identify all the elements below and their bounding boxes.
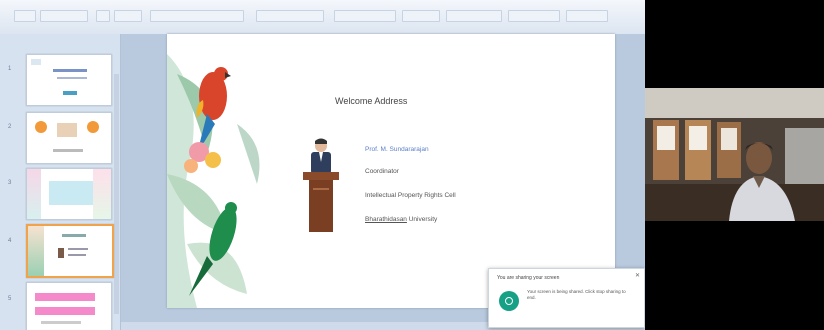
speaker-name: Prof. M. Sundararajan [365,146,429,153]
paragraph-controls[interactable] [256,10,324,22]
arrange-button[interactable] [402,10,440,22]
shape-fill-button[interactable] [508,10,560,22]
speaker-department: Intellectual Property Rights Cell [365,192,456,199]
paste-button[interactable] [14,10,36,22]
participant-video [645,88,824,221]
layout-button[interactable] [96,10,110,22]
speaker-role: Coordinator [365,168,399,175]
webcam-feed-image [645,88,824,221]
slide-thumbnail-5[interactable] [26,282,112,330]
slide-thumbnail-4-selected[interactable] [26,224,114,278]
notification-title: You are sharing your screen [497,275,560,281]
slide-thumbnail-2[interactable] [26,112,112,164]
thumbnails-scrollbar[interactable] [114,74,119,314]
new-slide-button[interactable] [40,10,88,22]
ribbon-toolbar [0,0,645,35]
drawing-shapes[interactable] [334,10,396,22]
thumb-number: 1 [8,66,12,72]
thumb-number: 5 [8,296,12,302]
notification-body: Your screen is being shared. Click stop … [527,289,626,300]
close-icon[interactable]: ✕ [635,272,640,279]
slides-pane: 1 2 3 4 5 [0,34,121,330]
thumb-number: 2 [8,124,12,130]
slide-thumbnail-3[interactable] [26,168,112,220]
screen-share-notification[interactable]: You are sharing your screen ✕ Your scree… [488,268,645,328]
university-name-underlined: Bharathidasan [365,216,407,223]
quick-styles-button[interactable] [446,10,502,22]
slide-thumbnail-1[interactable] [26,54,112,106]
font-controls[interactable] [150,10,244,22]
share-app-icon [499,291,519,311]
current-slide[interactable]: Welcome Address Prof. M. Sundararajan Co… [167,34,615,308]
speaker-podium-icon [303,138,339,232]
university-suffix: University [406,216,438,223]
reset-button[interactable] [114,10,142,22]
speaker-university: Bharathidasan University [365,216,437,223]
find-replace-button[interactable] [566,10,608,22]
thumb-number: 3 [8,180,12,186]
tropical-parrots-illustration [167,54,260,308]
slide-title: Welcome Address [335,96,408,106]
thumb-number: 4 [8,238,12,244]
